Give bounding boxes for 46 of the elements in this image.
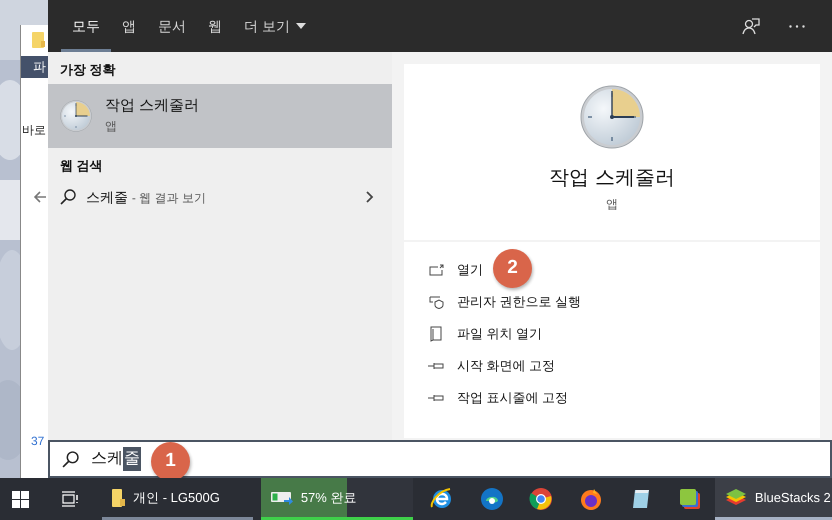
result-item[interactable]: 작업 스케줄러 앱	[48, 84, 392, 148]
folder-icon	[112, 488, 126, 506]
stacked-layers-icon	[724, 488, 747, 508]
action-item[interactable]: 열기	[428, 254, 483, 286]
more-icon	[789, 24, 805, 28]
folder-icon	[32, 32, 46, 48]
result-type: 앱	[105, 118, 118, 135]
taskbar-button[interactable]: 57% 완료	[260, 478, 413, 520]
back-arrow-icon[interactable]	[34, 191, 47, 203]
clock-icon	[580, 85, 644, 149]
section-heading: 웹 검색	[59, 157, 104, 175]
pin-icon	[428, 393, 444, 403]
filter-tab[interactable]: 문서	[147, 0, 197, 52]
chevron-icon	[366, 191, 374, 203]
nav-label[interactable]: 바로	[22, 121, 46, 139]
search-icon	[60, 189, 76, 205]
status-text: 37	[31, 433, 44, 450]
action-item[interactable]: 시작 화면에 고정	[428, 350, 556, 382]
windows-logo-icon	[12, 490, 30, 508]
action-item[interactable]: 관리자 권한으로 실행	[428, 286, 582, 318]
taskbar-button[interactable]: BlueStacks 2	[714, 478, 832, 520]
section-heading: 가장 정확	[59, 61, 117, 79]
app-type: 앱	[606, 196, 618, 213]
progress-window-icon	[270, 490, 293, 504]
app-tiles-icon	[679, 488, 702, 510]
fox-logo-icon	[579, 487, 603, 511]
task-view-icon	[61, 491, 80, 507]
action-item[interactable]: 파일 위치 열기	[428, 318, 542, 350]
pin-icon	[428, 361, 444, 371]
wave-logo-icon	[480, 487, 504, 511]
shield-icon	[428, 296, 444, 308]
document-icon	[430, 326, 442, 342]
window-arrow-icon	[428, 264, 444, 276]
search-icon	[62, 450, 79, 468]
clock-icon	[60, 100, 92, 132]
filter-tab[interactable]: 웹	[197, 0, 233, 52]
web-result-text: 스케줄 - 웹 결과 보기	[86, 188, 207, 206]
action-item[interactable]: 작업 표시줄에 고정	[428, 382, 568, 414]
filter-tab[interactable]: 앱	[111, 0, 147, 52]
round-logo-icon	[529, 487, 554, 511]
result-name: 작업 스케줄러	[105, 96, 200, 116]
app-title: 작업 스케줄러	[549, 166, 675, 191]
web-result-item[interactable]: 스케줄 - 웹 결과 보기	[48, 180, 392, 214]
feedback-icon	[742, 18, 760, 34]
filter-tab[interactable]: 더 보기	[233, 0, 317, 52]
taskbar-button[interactable]: 개인 - LG500G	[102, 478, 253, 520]
